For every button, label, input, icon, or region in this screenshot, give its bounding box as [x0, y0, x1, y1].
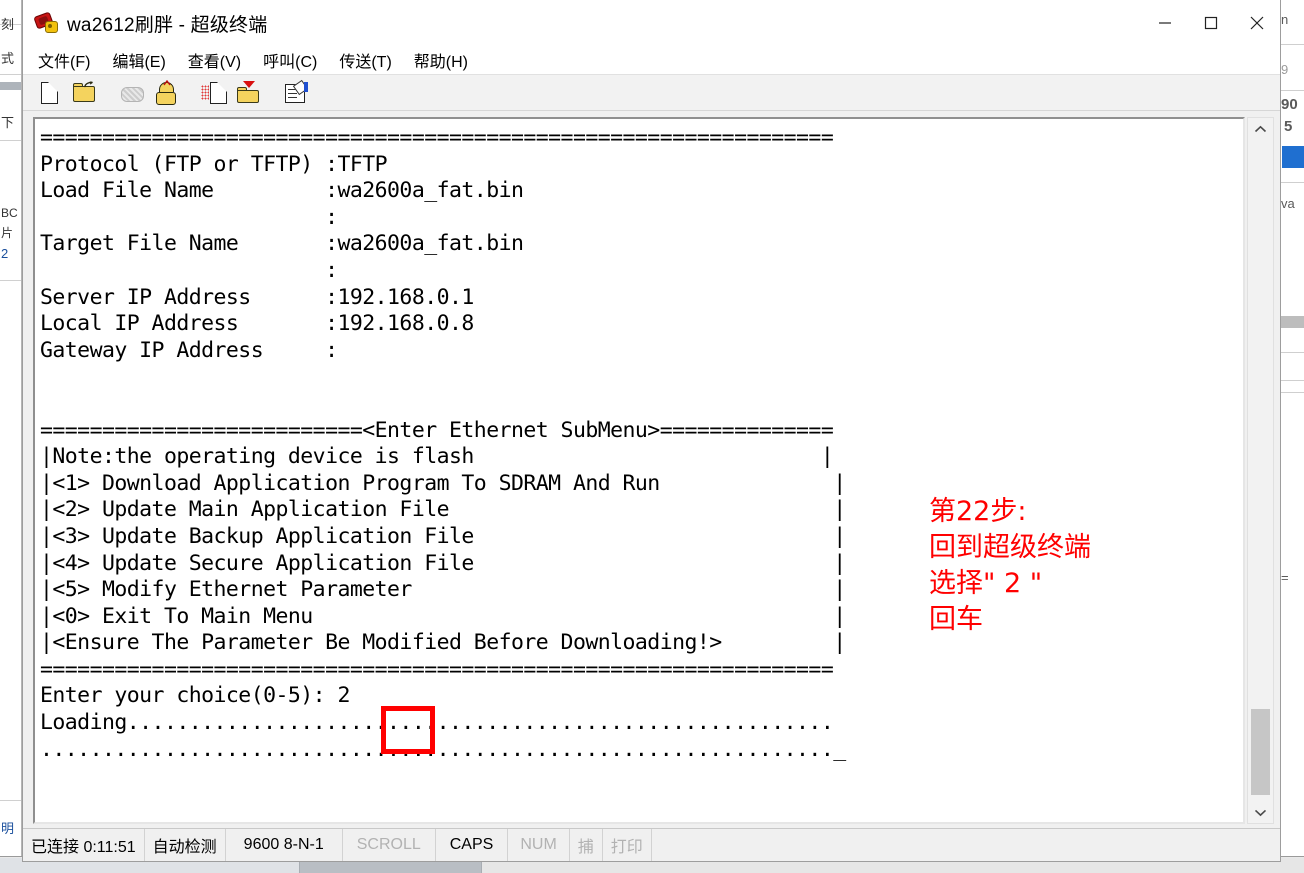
bg-fragment-text: 2 — [1, 246, 9, 261]
status-scroll-lock: SCROLL — [343, 829, 436, 861]
background-window-left[interactable]: 刻 式 下 BC 片 2 明 — [0, 0, 22, 872]
bg-divider — [1280, 316, 1304, 328]
bg-fragment-text: 9 — [1281, 62, 1289, 77]
bg-selection-highlight — [1282, 146, 1304, 168]
client-area: ========================================… — [23, 111, 1280, 828]
chevron-up-icon[interactable] — [1248, 118, 1273, 140]
bg-fragment-text: 片 — [1, 226, 14, 240]
bg-divider — [0, 280, 21, 281]
terminal-screen[interactable]: ========================================… — [33, 117, 1245, 824]
scrollbar-thumb[interactable] — [1251, 709, 1270, 795]
menu-help[interactable]: 帮助(H) — [413, 46, 469, 74]
status-capture: 捕 — [570, 829, 603, 861]
hyperterminal-icon — [33, 11, 58, 33]
send-file-icon[interactable] — [201, 81, 228, 105]
status-serial-settings: 9600 8-N-1 — [226, 829, 343, 861]
bg-divider — [1280, 392, 1304, 393]
status-connected: 已连接 0:11:51 — [23, 829, 145, 861]
disconnect-phone-icon — [119, 81, 145, 105]
ring-glyph — [163, 79, 171, 85]
status-num-lock: NUM — [508, 829, 570, 861]
bg-divider — [1280, 44, 1304, 45]
menu-edit[interactable]: 编辑(E) — [111, 46, 166, 74]
title-bar[interactable]: wa2612刷胖 - 超级终端 — [23, 0, 1280, 46]
status-filler — [652, 829, 1280, 861]
status-autodetect: 自动检测 — [145, 829, 226, 861]
bg-divider — [1280, 182, 1304, 183]
bg-divider — [0, 800, 21, 801]
hyperterminal-window: wa2612刷胖 - 超级终端 文件(F) 编辑(E) 查看(V) 呼叫(C) … — [22, 0, 1281, 862]
minimize-button[interactable] — [1142, 0, 1188, 46]
properties-icon[interactable] — [283, 79, 309, 105]
bg-divider — [1280, 90, 1304, 91]
status-print: 打印 — [603, 829, 652, 861]
bg-fragment-text: 下 — [1, 115, 15, 130]
arrow-glyph — [84, 80, 94, 87]
window-controls — [1142, 0, 1280, 46]
toolbar — [23, 74, 1280, 111]
terminal-text-viewport: ========================================… — [40, 125, 1241, 820]
bg-fragment-text: 刻 — [1, 17, 15, 32]
menu-transfer[interactable]: 传送(T) — [338, 46, 392, 74]
bg-divider — [0, 82, 21, 90]
bg-divider — [1280, 380, 1304, 381]
bg-fragment-text: 式 — [1, 51, 15, 66]
bg-fragment-text: n — [1281, 12, 1289, 27]
status-bar: 已连接 0:11:51 自动检测 9600 8-N-1 SCROLL CAPS … — [23, 828, 1280, 861]
bg-divider — [1280, 352, 1304, 353]
bg-divider — [0, 140, 21, 141]
terminal-output: ========================================… — [40, 125, 846, 762]
open-folder-icon[interactable] — [71, 80, 97, 105]
bg-divider — [0, 74, 21, 75]
bg-fragment-text: = — [1281, 570, 1289, 585]
menu-call[interactable]: 呼叫(C) — [262, 46, 318, 74]
status-caps-lock: CAPS — [436, 829, 509, 861]
call-phone-icon[interactable] — [153, 79, 179, 105]
chevron-down-icon[interactable] — [1248, 801, 1273, 823]
menu-file[interactable]: 文件(F) — [37, 46, 91, 74]
window-title: wa2612刷胖 - 超级终端 — [67, 14, 268, 36]
bg-fragment-text: va — [1281, 196, 1295, 211]
background-window-right[interactable]: n 9 90 5 va = — [1280, 0, 1304, 872]
new-connection-icon[interactable] — [37, 81, 63, 105]
maximize-button[interactable] — [1188, 0, 1234, 46]
bg-fragment-text: 90 — [1281, 96, 1298, 113]
receive-file-icon[interactable] — [235, 80, 261, 105]
bg-fragment-text: 明 — [1, 821, 15, 836]
close-button[interactable] — [1234, 0, 1280, 46]
bg-fragment-text: 5 — [1284, 118, 1293, 135]
menu-bar: 文件(F) 编辑(E) 查看(V) 呼叫(C) 传送(T) 帮助(H) — [23, 46, 1280, 74]
menu-view[interactable]: 查看(V) — [187, 46, 242, 74]
terminal-scrollbar[interactable] — [1247, 117, 1274, 824]
bg-fragment-text: BC — [1, 206, 18, 220]
